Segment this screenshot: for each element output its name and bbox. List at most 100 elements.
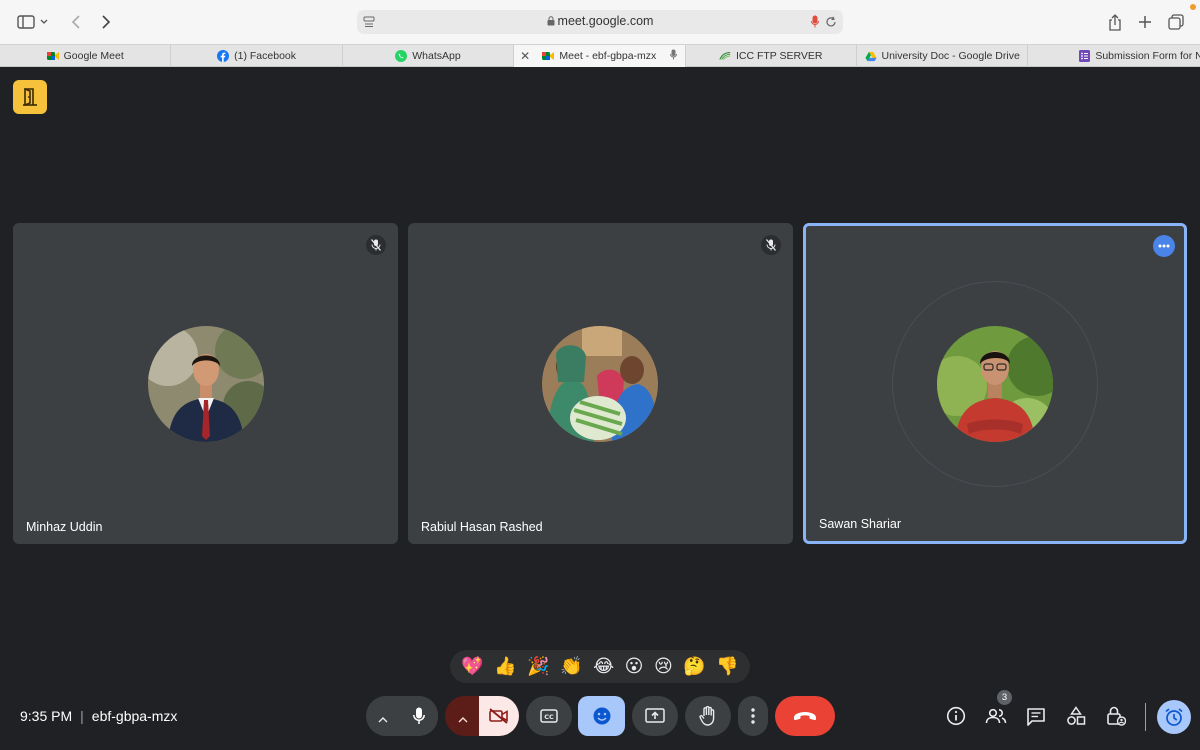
closed-captions-icon: CC bbox=[540, 709, 558, 723]
camera-off-button[interactable] bbox=[479, 696, 519, 736]
activity-timer-button[interactable] bbox=[1157, 700, 1191, 734]
shapes-icon bbox=[1067, 706, 1086, 725]
forward-icon[interactable] bbox=[94, 10, 118, 34]
participant-tile-rabiul[interactable]: Rabiul Hasan Rashed bbox=[408, 223, 793, 544]
meet-icon bbox=[542, 50, 555, 62]
microphone-icon bbox=[413, 707, 425, 724]
browser-toolbar: meet.google.com bbox=[0, 0, 1200, 44]
alarm-clock-icon bbox=[1165, 708, 1183, 726]
new-tab-icon[interactable] bbox=[1133, 10, 1157, 34]
meeting-details-button[interactable] bbox=[945, 705, 967, 727]
participant-name: Minhaz Uddin bbox=[26, 520, 103, 534]
microphone-button[interactable] bbox=[400, 696, 438, 736]
sidebar-toggle-icon[interactable] bbox=[14, 10, 38, 34]
people-icon bbox=[985, 708, 1007, 724]
reaction-joy[interactable]: 😂 bbox=[593, 657, 614, 676]
tab-label: (1) Facebook bbox=[234, 50, 297, 62]
reaction-sparkling-heart[interactable]: 💖 bbox=[461, 657, 483, 676]
forms-icon bbox=[1078, 50, 1090, 62]
svg-text:CC: CC bbox=[544, 713, 554, 721]
info-icon bbox=[946, 706, 966, 726]
present-screen-icon bbox=[645, 708, 665, 723]
tab-google-drive[interactable]: University Doc - Google Drive bbox=[857, 45, 1029, 67]
tray-divider bbox=[1145, 703, 1146, 731]
whatsapp-icon bbox=[395, 50, 408, 62]
hand-icon bbox=[699, 706, 715, 726]
participant-name: Rabiul Hasan Rashed bbox=[421, 520, 543, 534]
avatar bbox=[542, 326, 658, 442]
mic-control-group bbox=[366, 696, 438, 736]
lock-person-icon bbox=[1107, 706, 1126, 726]
meeting-details: 9:35 PM | ebf-gbpa-mzx bbox=[20, 708, 177, 724]
drive-icon bbox=[864, 50, 877, 62]
more-options-icon[interactable] bbox=[1153, 235, 1175, 257]
avatar bbox=[937, 326, 1053, 442]
icc-icon bbox=[719, 50, 731, 62]
more-options-button[interactable] bbox=[738, 696, 768, 736]
present-screen-button[interactable] bbox=[632, 696, 678, 736]
captions-button[interactable]: CC bbox=[526, 696, 572, 736]
facebook-icon bbox=[217, 50, 230, 62]
meeting-code: ebf-gbpa-mzx bbox=[91, 708, 178, 724]
end-call-icon bbox=[794, 712, 816, 721]
tab-label: Meet - ebf-gbpa-mzx bbox=[559, 50, 657, 62]
video-options-chevron-icon[interactable] bbox=[458, 710, 468, 728]
chat-icon bbox=[1027, 707, 1045, 726]
reaction-thumbs-up[interactable]: 👍 bbox=[494, 657, 516, 676]
reaction-thinking[interactable]: 🤔 bbox=[683, 657, 705, 676]
host-controls-button[interactable] bbox=[1105, 705, 1127, 727]
tab-icc-ftp[interactable]: ICC FTP SERVER bbox=[686, 45, 857, 67]
video-off-icon bbox=[489, 708, 508, 724]
tab-bar: Google Meet (1) Facebook WhatsApp ✕ Meet… bbox=[0, 44, 1200, 67]
reaction-party-popper[interactable]: 🎉 bbox=[527, 657, 549, 676]
reactions-button[interactable] bbox=[578, 696, 625, 736]
mic-recording-icon[interactable] bbox=[811, 15, 819, 33]
url-text: meet.google.com bbox=[557, 14, 654, 28]
chat-button[interactable] bbox=[1025, 705, 1047, 727]
tab-label: WhatsApp bbox=[412, 50, 461, 62]
reactions-bar: 💖 👍 🎉 👏 😂 😮 😢 🤔 👎 bbox=[450, 650, 750, 683]
tab-meet-active[interactable]: ✕ Meet - ebf-gbpa-mzx bbox=[514, 45, 686, 67]
mic-off-icon bbox=[366, 235, 386, 255]
camera-control-group bbox=[445, 696, 519, 736]
activities-button[interactable] bbox=[1065, 705, 1087, 727]
meeting-time: 9:35 PM bbox=[20, 708, 73, 724]
participant-count-badge: 3 bbox=[997, 690, 1012, 705]
tab-label: Google Meet bbox=[63, 50, 124, 62]
avatar bbox=[148, 326, 264, 442]
tab-submission-form[interactable]: Submission Form for New o... bbox=[1028, 45, 1200, 67]
notification-dot bbox=[1190, 4, 1196, 10]
meet-icon bbox=[46, 50, 59, 62]
tab-google-meet[interactable]: Google Meet bbox=[0, 45, 172, 67]
audio-options-chevron-icon[interactable] bbox=[378, 710, 388, 728]
tab-label: University Doc - Google Drive bbox=[881, 50, 1020, 62]
tab-overview-icon[interactable] bbox=[1164, 10, 1188, 34]
tab-label: ICC FTP SERVER bbox=[735, 50, 823, 62]
lock-icon bbox=[547, 15, 555, 29]
reload-icon[interactable] bbox=[825, 15, 837, 33]
tab-facebook[interactable]: (1) Facebook bbox=[171, 45, 343, 67]
participant-tile-sawan[interactable]: Sawan Shariar bbox=[803, 223, 1187, 544]
reaction-sad[interactable]: 😢 bbox=[654, 657, 673, 676]
reaction-surprised[interactable]: 😮 bbox=[625, 657, 644, 676]
share-icon[interactable] bbox=[1103, 10, 1127, 34]
participant-tile-minhaz[interactable]: Minhaz Uddin bbox=[13, 223, 398, 544]
participant-name: Sawan Shariar bbox=[819, 517, 901, 531]
people-button[interactable] bbox=[984, 705, 1008, 727]
separator: | bbox=[80, 708, 84, 724]
mic-icon[interactable] bbox=[669, 49, 677, 63]
tab-whatsapp[interactable]: WhatsApp bbox=[343, 45, 515, 67]
close-icon[interactable]: ✕ bbox=[520, 49, 530, 63]
back-icon[interactable] bbox=[64, 10, 88, 34]
leave-call-button[interactable] bbox=[775, 696, 835, 736]
reaction-thumbs-down[interactable]: 👎 bbox=[716, 657, 738, 676]
tab-label: Submission Form for New o... bbox=[1095, 50, 1200, 62]
mic-off-icon bbox=[761, 235, 781, 255]
raise-hand-button[interactable] bbox=[685, 696, 731, 736]
reaction-clapping[interactable]: 👏 bbox=[560, 657, 582, 676]
meeting-door-button[interactable] bbox=[13, 80, 47, 114]
chevron-down-icon[interactable] bbox=[36, 10, 52, 34]
address-bar[interactable]: meet.google.com bbox=[357, 10, 843, 34]
emoji-icon bbox=[593, 707, 610, 725]
more-vert-icon bbox=[751, 708, 755, 724]
